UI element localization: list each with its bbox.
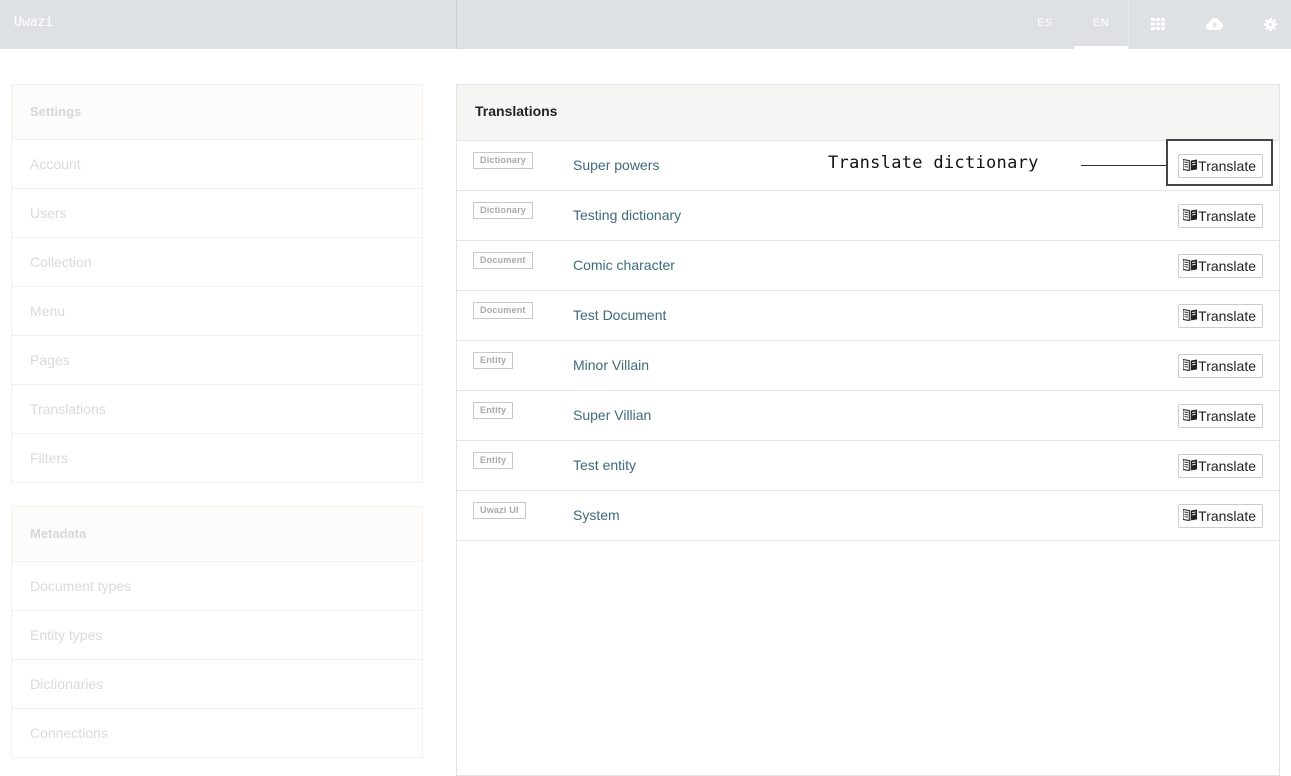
row-name-link[interactable]: Test Document: [573, 307, 666, 323]
navbar-divider: [1128, 0, 1129, 49]
top-navbar: Uwazi ES EN: [0, 0, 1291, 49]
sidebar-item-menu[interactable]: Menu: [12, 287, 422, 336]
metadata-panel: Metadata Document types Entity types Dic…: [11, 506, 423, 758]
gear-icon[interactable]: [1260, 14, 1280, 34]
grid-icon[interactable]: [1148, 14, 1168, 34]
row-name-link[interactable]: Super Villian: [573, 407, 651, 423]
sidebar-item-document-types[interactable]: Document types: [12, 562, 422, 611]
annotation-label: Translate dictionary: [828, 153, 1039, 173]
navbar-divider: [456, 0, 457, 49]
book-icon: [1182, 408, 1198, 424]
type-badge: Entity: [473, 402, 514, 419]
language-en[interactable]: EN: [1074, 0, 1128, 49]
type-badge: Document: [473, 252, 533, 269]
table-row: Document Comic character Translate: [457, 241, 1279, 291]
row-name-link[interactable]: Minor Villain: [573, 357, 649, 373]
book-icon: [1182, 258, 1198, 274]
annotation-line: [1081, 165, 1167, 166]
type-badge: Document: [473, 302, 533, 319]
type-badge: Entity: [473, 352, 514, 369]
book-icon: [1182, 458, 1198, 474]
book-icon: [1182, 308, 1198, 324]
translate-button-label: Translate: [1198, 508, 1256, 524]
table-row: Entity Test entity Translate: [457, 441, 1279, 491]
row-name-link[interactable]: System: [573, 507, 620, 523]
type-badge: Entity: [473, 452, 514, 469]
app-logo[interactable]: Uwazi: [14, 0, 53, 49]
translate-button-label: Translate: [1198, 308, 1256, 324]
table-row: Document Test Document Translate: [457, 291, 1279, 341]
row-name-link[interactable]: Testing dictionary: [573, 207, 681, 223]
translate-button-label: Translate: [1198, 208, 1256, 224]
sidebar-item-connections[interactable]: Connections: [12, 709, 422, 757]
sidebar-item-entity-types[interactable]: Entity types: [12, 611, 422, 660]
language-es[interactable]: ES: [1018, 0, 1072, 49]
translate-button[interactable]: Translate: [1178, 454, 1263, 478]
translations-list: Dictionary Super powers Translate Dictionar…: [457, 141, 1279, 541]
translate-button-label: Translate: [1198, 358, 1256, 374]
translate-button[interactable]: Translate: [1178, 204, 1263, 228]
book-icon: [1182, 208, 1198, 224]
settings-heading: Settings: [12, 85, 422, 140]
book-icon: [1182, 508, 1198, 524]
cloud-upload-icon[interactable]: [1204, 14, 1224, 34]
table-row: Entity Super Villian Translate: [457, 391, 1279, 441]
type-badge: Dictionary: [473, 152, 534, 169]
sidebar-item-account[interactable]: Account: [12, 140, 422, 189]
table-row: Dictionary Testing dictionary Translate: [457, 191, 1279, 241]
translate-button-label: Translate: [1198, 458, 1256, 474]
row-name-link[interactable]: Super powers: [573, 157, 659, 173]
table-row: Uwazi UI System Translate: [457, 491, 1279, 541]
sidebar-item-pages[interactable]: Pages: [12, 336, 422, 385]
row-name-link[interactable]: Comic character: [573, 257, 675, 273]
sidebar-item-collection[interactable]: Collection: [12, 238, 422, 287]
translate-button-label: Translate: [1198, 258, 1256, 274]
translations-panel: Translations Dictionary Super powers Trans…: [456, 84, 1280, 776]
sidebar-item-filters[interactable]: Filters: [12, 434, 422, 482]
sidebar-item-translations[interactable]: Translations: [12, 385, 422, 434]
book-icon: [1182, 358, 1198, 374]
settings-panel: Settings Account Users Collection Menu P…: [11, 84, 423, 483]
type-badge: Uwazi UI: [473, 502, 526, 519]
row-name-link[interactable]: Test entity: [573, 457, 636, 473]
translate-button[interactable]: Translate: [1178, 504, 1263, 528]
type-badge: Dictionary: [473, 202, 534, 219]
annotation-box: [1166, 139, 1273, 186]
sidebar-item-users[interactable]: Users: [12, 189, 422, 238]
metadata-heading: Metadata: [12, 507, 422, 562]
translate-button-label: Translate: [1198, 408, 1256, 424]
translate-button[interactable]: Translate: [1178, 304, 1263, 328]
page-title: Translations: [457, 85, 1279, 141]
translate-button[interactable]: Translate: [1178, 404, 1263, 428]
table-row: Entity Minor Villain Translate: [457, 341, 1279, 391]
translate-button[interactable]: Translate: [1178, 354, 1263, 378]
sidebar-item-dictionaries[interactable]: Dictionaries: [12, 660, 422, 709]
translate-button[interactable]: Translate: [1178, 254, 1263, 278]
